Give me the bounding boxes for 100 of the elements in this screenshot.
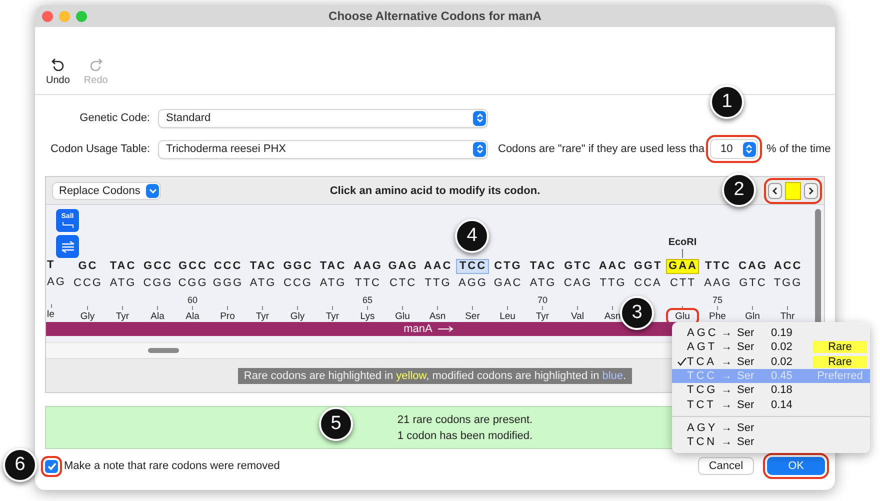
amino-acid[interactable]: le	[47, 309, 54, 320]
codon[interactable]: GGT	[630, 259, 664, 274]
codon: GGG	[212, 276, 244, 291]
genetic-code-label: Genetic Code:	[78, 112, 150, 124]
codon[interactable]: GAA	[666, 259, 700, 274]
menu-item[interactable]: TCT → Ser 0.14	[672, 397, 870, 412]
undo-button[interactable]: Undo	[43, 57, 73, 86]
codon[interactable]: TAC	[316, 259, 348, 274]
codon: CAG	[562, 276, 594, 291]
codon: CGG	[142, 276, 174, 291]
codon: CCG	[72, 276, 104, 291]
undo-icon	[50, 57, 65, 71]
codon[interactable]: GGC	[280, 259, 315, 274]
amino-acid[interactable]: Tyr	[256, 311, 270, 322]
amino-acid[interactable]: Gly	[290, 311, 305, 322]
codon[interactable]: GC	[75, 259, 100, 274]
position-number: 70	[537, 295, 548, 305]
codon[interactable]: ACC	[770, 259, 804, 274]
menu-item[interactable]: AGY → Ser	[672, 420, 870, 436]
codon[interactable]: GCC	[140, 259, 174, 274]
cut-site-icon	[62, 220, 74, 228]
amino-acid[interactable]: Glu	[669, 311, 696, 322]
codon: TTG	[424, 276, 452, 291]
stepper-icon	[473, 110, 486, 126]
window-title: Choose Alternative Codons for manA	[328, 9, 542, 23]
codon-usage-dropdown[interactable]: Trichoderma reesei PHX	[158, 140, 488, 158]
codon[interactable]: T	[47, 259, 56, 272]
menu-item[interactable]: TCA → Ser 0.02 Rare	[672, 354, 870, 369]
genetic-code-dropdown[interactable]: Standard	[158, 108, 488, 128]
codon: CTC	[388, 276, 418, 291]
menu-item[interactable]: AGT → Ser 0.02 Rare	[672, 340, 870, 355]
next-button[interactable]	[804, 182, 818, 198]
previous-button[interactable]	[768, 182, 782, 198]
chevron-left-icon	[772, 186, 778, 194]
amino-acid[interactable]: Glu	[395, 311, 410, 322]
arrow-icon	[438, 326, 454, 332]
codon[interactable]: TAC	[106, 259, 138, 274]
amino-acid[interactable]: Asn	[604, 311, 621, 322]
codon[interactable]: TAC	[246, 259, 278, 274]
codon[interactable]: TCC	[456, 259, 489, 274]
amino-acid[interactable]: Val	[570, 311, 584, 322]
codon: TTG	[598, 276, 628, 291]
stepper-icon	[742, 142, 756, 156]
codon: ATG	[318, 276, 348, 291]
scrollbar-thumb[interactable]	[148, 348, 179, 353]
amino-acid[interactable]: Ala	[150, 311, 164, 322]
codon[interactable]: GTC	[561, 259, 594, 274]
feature-label: manA	[404, 322, 432, 336]
amino-acid[interactable]: Pro	[220, 311, 235, 322]
double-strand-icon	[60, 240, 76, 254]
codon[interactable]: CAG	[736, 259, 770, 274]
chevron-right-icon	[808, 186, 814, 194]
instruction-text: Click an amino acid to modify its codon.	[330, 184, 540, 196]
menu-item[interactable]: TCN → Ser	[672, 435, 870, 450]
codon: GAC	[492, 276, 524, 291]
replace-codons-dropdown[interactable]: Replace Codons	[52, 182, 162, 200]
amino-acid[interactable]: Tyr	[326, 311, 340, 322]
amino-acid[interactable]: Tyr	[536, 311, 550, 322]
amino-acid[interactable]: Lys	[360, 311, 375, 322]
legend-text: Rare codons are highlighted in yellow, modified codons are highlighted in blue.	[238, 368, 632, 384]
position-number: 60	[187, 295, 198, 305]
codon[interactable]: GAG	[385, 259, 420, 274]
codon[interactable]: TTC	[702, 259, 733, 274]
codon: AG	[47, 276, 66, 289]
codon: AGG	[458, 276, 488, 291]
codon[interactable]: TAC	[526, 259, 558, 274]
callout-badge: 6	[3, 448, 37, 482]
codon: AAG	[703, 276, 733, 291]
amino-acid[interactable]: Ala	[186, 311, 200, 322]
codon[interactable]: CTG	[491, 259, 524, 274]
codon[interactable]: AAC	[420, 259, 454, 274]
position-number: 75	[712, 295, 722, 305]
amino-acid[interactable]: Thr	[780, 311, 795, 322]
status-text: 1 codon has been modified.	[397, 430, 533, 442]
codon: CGG	[177, 276, 209, 291]
redo-icon	[88, 57, 103, 71]
amino-acid[interactable]: Gly	[80, 311, 95, 322]
rare-threshold-label: Codons are "rare" if they are used less tha	[498, 143, 705, 155]
strand-tool-button[interactable]	[55, 234, 80, 259]
menu-item[interactable]: TCG → Ser 0.18	[672, 383, 870, 398]
cancel-button[interactable]: Cancel	[698, 457, 754, 475]
stepper-icon	[473, 142, 486, 156]
codon[interactable]: AAG	[350, 259, 384, 274]
status-text: 21 rare codons are present.	[397, 414, 533, 426]
codon[interactable]: CCC	[210, 259, 244, 274]
checkmark-icon	[677, 357, 687, 366]
codon: TGG	[772, 276, 804, 291]
amino-acid[interactable]: Gln	[745, 311, 760, 322]
amino-acid[interactable]: Tyr	[116, 311, 130, 322]
codon[interactable]: GCC	[176, 259, 210, 274]
amino-acid[interactable]: Phe	[709, 311, 726, 322]
codon: TTC	[354, 276, 382, 291]
amino-acid[interactable]: Ser	[465, 311, 480, 322]
codon[interactable]: AAC	[596, 259, 630, 274]
close-button[interactable]	[42, 10, 53, 22]
codon: CCA	[633, 276, 663, 291]
amino-acid[interactable]: Asn	[429, 311, 446, 322]
color-swatch	[785, 182, 801, 200]
amino-acid[interactable]: Leu	[500, 311, 516, 322]
codon: ATG	[108, 276, 138, 291]
